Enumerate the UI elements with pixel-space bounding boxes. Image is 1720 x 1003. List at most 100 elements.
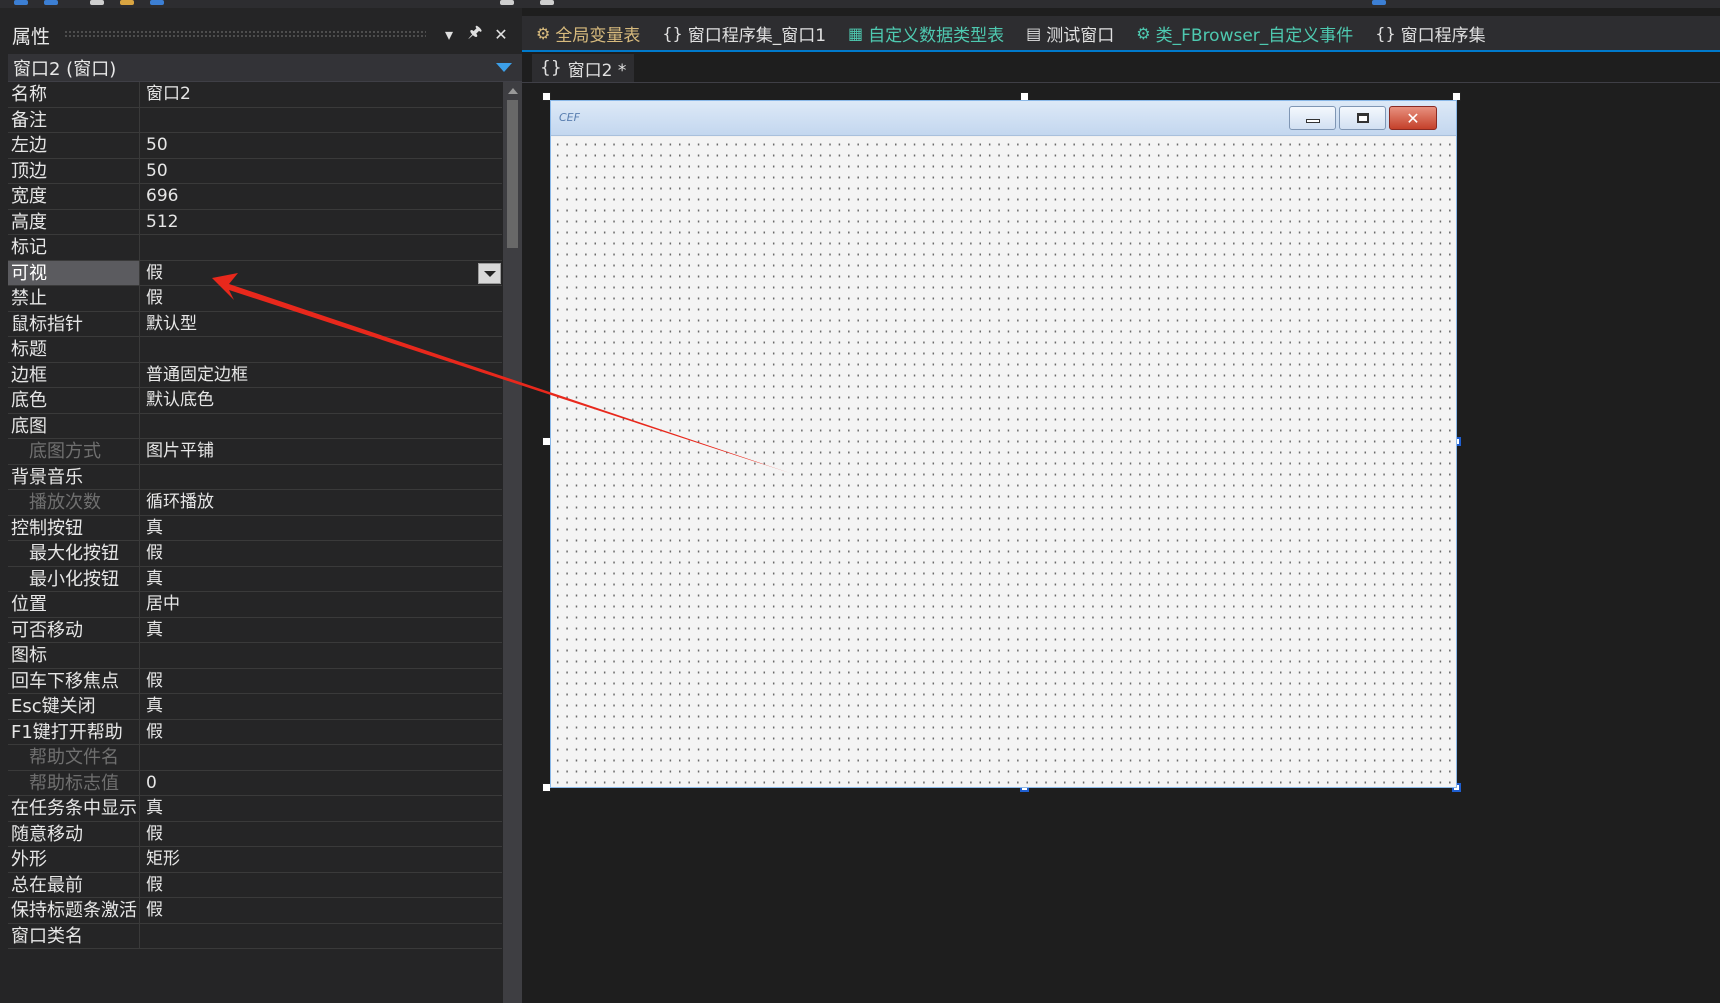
- object-selector[interactable]: 窗口2 (窗口): [8, 54, 522, 82]
- property-value[interactable]: 512: [146, 210, 502, 235]
- form-designer-canvas[interactable]: CEF ✕: [522, 83, 1720, 1003]
- property-value[interactable]: 矩形: [146, 847, 502, 872]
- property-row[interactable]: 备注: [8, 107, 502, 133]
- form-titlebar[interactable]: CEF ✕: [551, 101, 1456, 136]
- property-grid-scrollbar[interactable]: [503, 82, 522, 1003]
- property-value[interactable]: 真: [146, 796, 502, 821]
- property-row[interactable]: 背景音乐: [8, 464, 502, 490]
- property-value[interactable]: [146, 924, 502, 949]
- property-value[interactable]: 50: [146, 159, 502, 184]
- property-row[interactable]: 随意移动假: [8, 821, 502, 847]
- pin-icon[interactable]: 🖈: [464, 22, 486, 46]
- document-tab[interactable]: ▤ 测试窗口: [1012, 16, 1122, 50]
- property-row[interactable]: F1键打开帮助假: [8, 719, 502, 745]
- toolbar-icon[interactable]: [14, 0, 28, 5]
- property-value[interactable]: 默认底色: [146, 388, 502, 413]
- toolbar-icon[interactable]: [1372, 0, 1386, 5]
- property-row[interactable]: 禁止假: [8, 286, 502, 312]
- property-value[interactable]: [146, 108, 502, 133]
- document-tab[interactable]: ▦ 自定义数据类型表: [834, 16, 1012, 50]
- property-value[interactable]: 假: [146, 873, 502, 898]
- scroll-up-icon[interactable]: [508, 88, 518, 94]
- property-value[interactable]: 50: [146, 133, 502, 158]
- property-row[interactable]: 总在最前假: [8, 872, 502, 898]
- designed-form-window[interactable]: CEF ✕: [550, 100, 1457, 788]
- document-tab[interactable]: {} 窗口程序集: [1361, 16, 1493, 50]
- property-row[interactable]: 帮助标志值 0: [8, 770, 502, 796]
- close-button[interactable]: ✕: [1389, 106, 1437, 130]
- property-row[interactable]: 保持标题条激活假: [8, 898, 502, 924]
- property-row[interactable]: 底图方式 图片平铺: [8, 439, 502, 465]
- property-row[interactable]: 最大化按钮假: [8, 541, 502, 567]
- property-value[interactable]: 696: [146, 184, 502, 209]
- chevron-down-icon[interactable]: [496, 63, 512, 72]
- property-value[interactable]: 真: [146, 694, 502, 719]
- minimize-button[interactable]: [1289, 106, 1336, 130]
- property-value[interactable]: 窗口2: [146, 82, 502, 107]
- property-value[interactable]: [146, 643, 502, 668]
- close-icon[interactable]: ✕: [490, 22, 512, 46]
- property-row[interactable]: 位置 居中: [8, 592, 502, 618]
- property-row[interactable]: 外形 矩形: [8, 847, 502, 873]
- property-row[interactable]: 最小化按钮真: [8, 566, 502, 592]
- property-value[interactable]: 真: [146, 567, 502, 592]
- value-dropdown-button[interactable]: [478, 262, 501, 284]
- toolbar-icon[interactable]: [150, 0, 164, 5]
- property-row[interactable]: Esc键关闭真: [8, 694, 502, 720]
- property-value[interactable]: 假: [146, 541, 502, 566]
- toolbar-icon[interactable]: [44, 0, 58, 5]
- toolbar-icon[interactable]: [540, 0, 554, 5]
- property-value[interactable]: 普通固定边框: [146, 363, 502, 388]
- property-value[interactable]: [146, 465, 502, 490]
- property-value[interactable]: 真: [146, 516, 502, 541]
- form-client-area[interactable]: [551, 137, 1456, 787]
- property-row[interactable]: 图标: [8, 643, 502, 669]
- toolbar-icon[interactable]: [500, 0, 514, 5]
- property-row[interactable]: 窗口类名: [8, 923, 502, 949]
- panel-grip[interactable]: [64, 30, 426, 38]
- toolbar-icon[interactable]: [90, 0, 104, 5]
- property-row[interactable]: 回车下移焦点假: [8, 668, 502, 694]
- property-row[interactable]: 底图: [8, 413, 502, 439]
- document-tab[interactable]: {} 窗口程序集_窗口1: [648, 16, 834, 50]
- property-row[interactable]: 标记: [8, 235, 502, 261]
- toolbar-icon[interactable]: [120, 0, 134, 5]
- property-value[interactable]: 图片平铺: [146, 439, 502, 464]
- property-value[interactable]: 真: [146, 618, 502, 643]
- property-row[interactable]: 名称 窗口2: [8, 82, 502, 108]
- property-value[interactable]: 0: [146, 771, 502, 796]
- property-value[interactable]: 假: [146, 261, 502, 286]
- property-value[interactable]: 居中: [146, 592, 502, 617]
- property-row[interactable]: 左边 50: [8, 133, 502, 159]
- property-row[interactable]: 宽度 696: [8, 184, 502, 210]
- property-value[interactable]: 假: [146, 822, 502, 847]
- property-value[interactable]: 假: [146, 898, 502, 923]
- property-value[interactable]: 假: [146, 669, 502, 694]
- property-row[interactable]: 底色 默认底色: [8, 388, 502, 414]
- property-row[interactable]: 播放次数 循环播放: [8, 490, 502, 516]
- property-row[interactable]: 鼠标指针 默认型: [8, 311, 502, 337]
- designer-tab-window2[interactable]: {} 窗口2 *: [532, 54, 635, 82]
- property-value[interactable]: 循环播放: [146, 490, 502, 515]
- property-row[interactable]: 高度 512: [8, 209, 502, 235]
- property-value[interactable]: 假: [146, 286, 502, 311]
- property-row[interactable]: 边框 普通固定边框: [8, 362, 502, 388]
- property-row[interactable]: 在任务条中显示真: [8, 796, 502, 822]
- property-row[interactable]: 可否移动真: [8, 617, 502, 643]
- property-row[interactable]: 控制按钮真: [8, 515, 502, 541]
- property-row[interactable]: 标题: [8, 337, 502, 363]
- property-row[interactable]: 帮助文件名: [8, 745, 502, 771]
- property-row[interactable]: 可视假: [8, 260, 502, 286]
- panel-menu-chevron-down-icon[interactable]: ▾: [438, 22, 460, 46]
- property-row[interactable]: 顶边 50: [8, 158, 502, 184]
- scrollbar-thumb[interactable]: [507, 100, 518, 248]
- property-value[interactable]: [146, 337, 502, 362]
- property-value[interactable]: [146, 235, 502, 260]
- property-value[interactable]: 默认型: [146, 312, 502, 337]
- property-value[interactable]: 假: [146, 720, 502, 745]
- document-tab[interactable]: ⚙ 类_FBrowser_自定义事件: [1122, 16, 1361, 50]
- maximize-button[interactable]: [1339, 106, 1386, 130]
- property-value[interactable]: [146, 414, 502, 439]
- property-value[interactable]: [146, 745, 502, 770]
- document-tab[interactable]: ⚙ 全局变量表: [522, 16, 648, 50]
